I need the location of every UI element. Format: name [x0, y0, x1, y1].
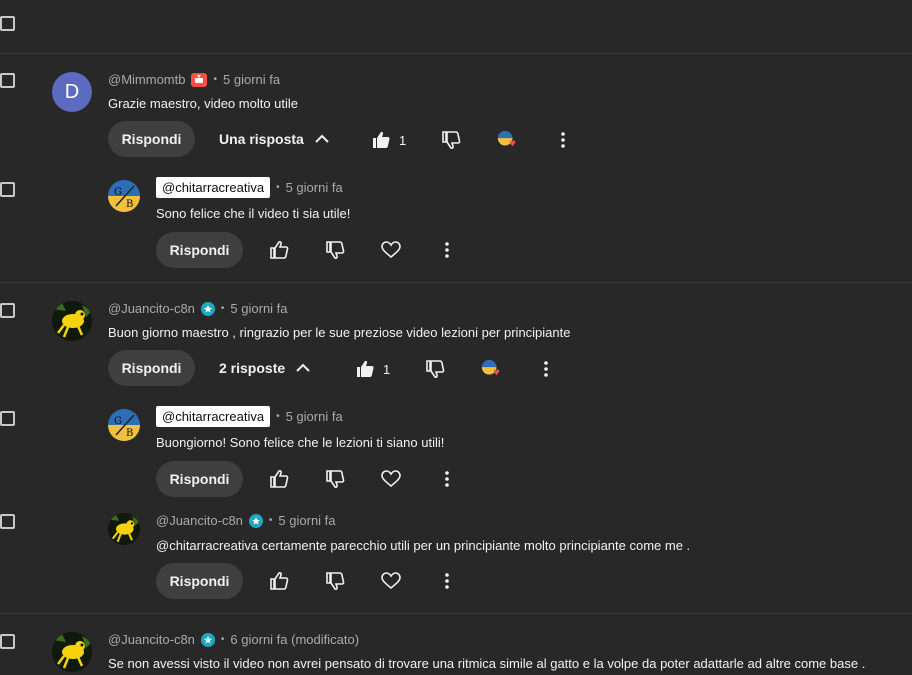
avatar[interactable]: [52, 301, 92, 341]
avatar[interactable]: [52, 632, 92, 672]
creator-heart-icon: [480, 358, 502, 380]
row-checkbox[interactable]: [0, 182, 15, 197]
comment-text: Buon giorno maestro , ringrazio per le s…: [108, 325, 571, 340]
comment-meta: @chitarracreativa • 5 giorni fa: [156, 177, 343, 198]
separator-dot: •: [268, 515, 273, 526]
creator-tag[interactable]: @chitarracreativa: [156, 177, 271, 198]
verified-badge-icon: [200, 632, 215, 647]
thumbs-down-icon[interactable]: [424, 358, 446, 380]
avatar-mark: B: [126, 199, 133, 210]
comment-time[interactable]: 5 giorni fa: [223, 72, 280, 87]
author-name[interactable]: @Juancito-c8n: [108, 301, 195, 316]
reply-button[interactable]: Rispondi: [156, 461, 243, 497]
heart-icon[interactable]: [380, 468, 402, 490]
author-name[interactable]: @Juancito-c8n: [108, 632, 195, 647]
chevron-up-icon: [314, 131, 330, 147]
toggle-replies-button[interactable]: Una risposta: [219, 121, 330, 157]
separator-dot: •: [220, 303, 225, 314]
thumbs-down-icon[interactable]: [324, 239, 346, 261]
row-checkbox[interactable]: [0, 634, 15, 649]
comment-text: Grazie maestro, video molto utile: [108, 96, 299, 111]
separator-dot: •: [276, 182, 280, 193]
thumbs-down-icon[interactable]: [324, 468, 346, 490]
comment-meta: @chitarracreativa • 5 giorni fa: [156, 406, 343, 427]
comment-meta: @Juancito-c8n • 5 giorni fa: [108, 301, 288, 316]
comment-text: @chitarracreativa certamente parecchio u…: [156, 538, 691, 553]
member-badge-icon: [191, 72, 208, 87]
heart-icon[interactable]: [380, 570, 402, 592]
comment-time[interactable]: 5 giorni fa: [286, 180, 343, 195]
row-checkbox[interactable]: [0, 73, 15, 88]
row-checkbox[interactable]: [0, 411, 15, 426]
more-options-icon[interactable]: [552, 129, 574, 151]
comment-time[interactable]: 5 giorni fa: [286, 409, 343, 424]
comment-time[interactable]: 5 giorni fa: [278, 513, 335, 528]
avatar-mark: G: [114, 416, 122, 427]
reply-button[interactable]: Rispondi: [108, 350, 195, 386]
thumbs-down-icon[interactable]: [440, 129, 462, 151]
avatar[interactable]: D: [52, 72, 92, 112]
reply-button[interactable]: Rispondi: [108, 121, 195, 157]
thumbs-down-icon[interactable]: [324, 570, 346, 592]
thumbs-up-filled-icon[interactable]: [354, 358, 376, 380]
author-name[interactable]: @Mimmomtb: [108, 72, 185, 87]
comment-text: Sono felice che il video ti sia utile!: [156, 206, 351, 221]
replies-label: Una risposta: [219, 131, 304, 147]
more-options-icon[interactable]: [436, 468, 458, 490]
divider: [0, 282, 912, 283]
thumbs-up-icon[interactable]: [268, 468, 290, 490]
avatar-mark: G: [114, 187, 122, 198]
comment-meta: @Juancito-c8n • 6 giorni fa (modificato): [108, 632, 359, 647]
creator-heart-icon: [496, 129, 518, 151]
reply-button[interactable]: Rispondi: [156, 563, 243, 599]
replies-label: 2 risposte: [219, 360, 286, 376]
channel-avatar[interactable]: GB: [108, 409, 140, 441]
separator-dot: •: [213, 74, 217, 85]
channel-avatar[interactable]: GB: [108, 180, 140, 212]
heart-icon[interactable]: [380, 239, 402, 261]
comment-meta: @Mimmomtb • 5 giorni fa: [108, 72, 280, 87]
more-options-icon[interactable]: [535, 358, 557, 380]
separator-dot: •: [276, 411, 280, 422]
like-count: 1: [399, 133, 407, 148]
avatar-mark: B: [126, 428, 133, 439]
verified-badge-icon: [200, 301, 215, 316]
comment-time[interactable]: 5 giorni fa: [230, 301, 287, 316]
avatar-letter: D: [64, 80, 80, 103]
separator-dot: •: [220, 634, 225, 645]
more-options-icon[interactable]: [436, 239, 458, 261]
more-options-icon[interactable]: [436, 570, 458, 592]
creator-tag[interactable]: @chitarracreativa: [156, 406, 271, 427]
avatar[interactable]: [108, 513, 140, 545]
like-count: 1: [383, 362, 391, 377]
comment-meta: @Juancito-c8n • 5 giorni fa: [156, 513, 336, 528]
reply-button[interactable]: Rispondi: [156, 232, 243, 268]
divider: [0, 53, 912, 54]
thumbs-up-filled-icon[interactable]: [370, 129, 392, 151]
comment-text: Se non avessi visto il video non avrei p…: [108, 656, 866, 671]
thumbs-up-icon[interactable]: [268, 570, 290, 592]
toggle-replies-button[interactable]: 2 risposte: [219, 350, 311, 386]
row-checkbox[interactable]: [0, 514, 15, 529]
row-checkbox[interactable]: [0, 16, 15, 31]
comment-text: Buongiorno! Sono felice che le lezioni t…: [156, 435, 445, 450]
verified-badge-icon: [248, 513, 263, 528]
chevron-up-icon: [295, 360, 311, 376]
thumbs-up-icon[interactable]: [268, 239, 290, 261]
author-name[interactable]: @Juancito-c8n: [156, 513, 243, 528]
divider: [0, 613, 912, 614]
comment-time[interactable]: 6 giorni fa (modificato): [230, 632, 359, 647]
row-checkbox[interactable]: [0, 303, 15, 318]
